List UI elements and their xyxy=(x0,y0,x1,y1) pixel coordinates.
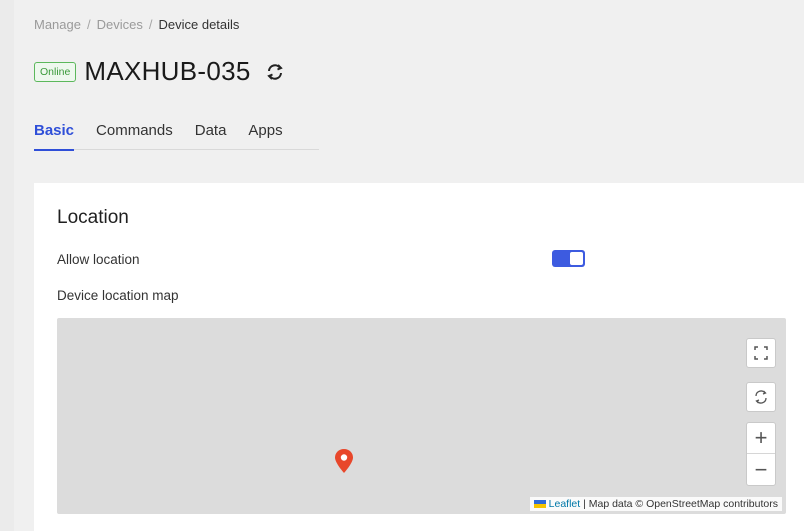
device-header: Online MAXHUB-035 xyxy=(34,56,285,87)
attribution-text: Map data © OpenStreetMap contributors xyxy=(588,498,778,510)
breadcrumb-devices[interactable]: Devices xyxy=(97,17,143,32)
zoom-out-button[interactable]: − xyxy=(747,454,775,485)
toggle-knob xyxy=(570,252,583,265)
map-marker-icon[interactable] xyxy=(334,448,354,474)
device-location-map[interactable]: + − Leaflet | Map data © OpenStreetMap c… xyxy=(57,318,786,514)
fullscreen-icon xyxy=(754,346,768,360)
attribution-separator: | xyxy=(580,498,589,510)
tab-basic[interactable]: Basic xyxy=(34,122,75,151)
leaflet-link[interactable]: Leaflet xyxy=(549,498,581,510)
zoom-in-button[interactable]: + xyxy=(747,423,775,454)
refresh-icon[interactable] xyxy=(265,62,285,82)
ukraine-flag-icon xyxy=(533,500,546,509)
reset-view-button[interactable] xyxy=(746,382,776,412)
fullscreen-button[interactable] xyxy=(746,338,776,368)
tab-apps[interactable]: Apps xyxy=(248,122,282,150)
status-badge: Online xyxy=(34,61,77,82)
reset-view-icon xyxy=(755,390,767,404)
allow-location-toggle[interactable] xyxy=(552,250,585,267)
allow-location-label: Allow location xyxy=(57,252,140,267)
tab-bar: Basic Commands Data Apps xyxy=(34,122,319,151)
page-title: MAXHUB-035 xyxy=(84,56,251,86)
breadcrumb: Manage / Devices / Device details xyxy=(34,17,239,32)
section-title: Location xyxy=(57,207,129,228)
breadcrumb-separator: / xyxy=(86,17,91,32)
breadcrumb-current: Device details xyxy=(158,17,240,32)
tab-commands[interactable]: Commands xyxy=(96,122,173,150)
zoom-control: + − xyxy=(746,422,776,486)
breadcrumb-separator: / xyxy=(148,17,153,32)
map-label: Device location map xyxy=(57,288,179,303)
breadcrumb-manage[interactable]: Manage xyxy=(34,17,81,32)
map-attribution: Leaflet | Map data © OpenStreetMap contr… xyxy=(529,497,782,511)
tab-data[interactable]: Data xyxy=(195,122,227,150)
location-card: Location Allow location Device location … xyxy=(34,183,804,531)
